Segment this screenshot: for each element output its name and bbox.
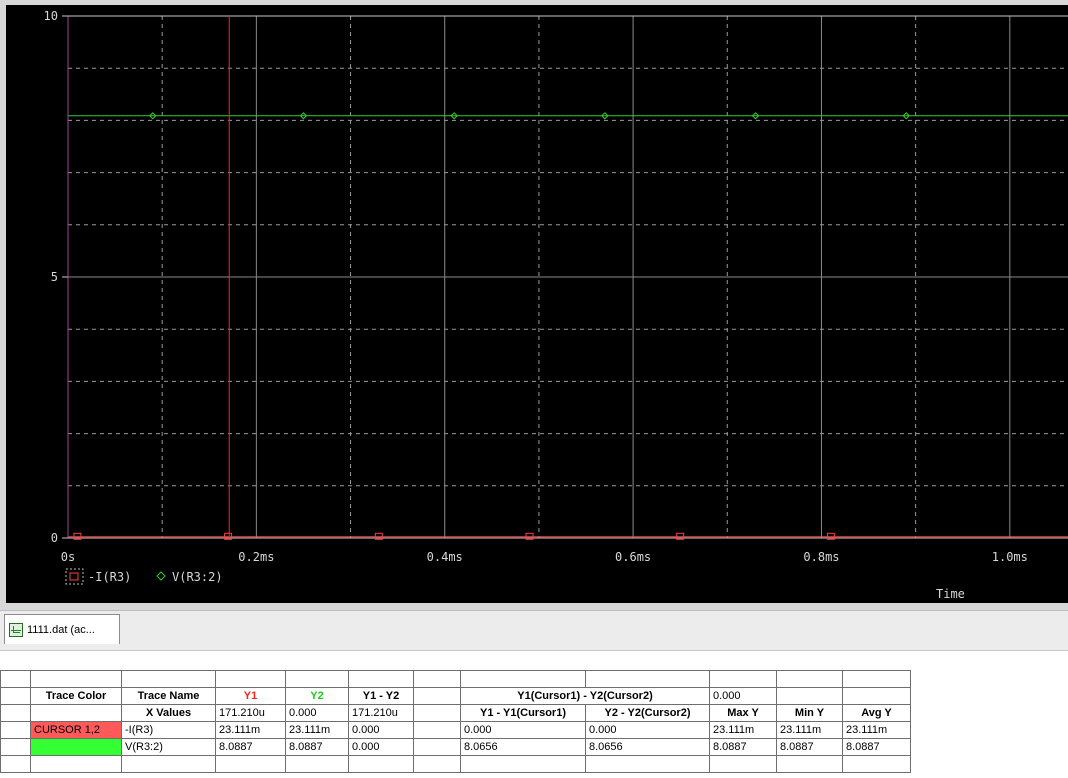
header-max-y: Max Y — [709, 704, 777, 722]
x-value-y1: 171.210u — [215, 704, 286, 722]
legend-focus-box — [65, 568, 84, 585]
y1-cell: 8.0887 — [215, 738, 286, 756]
x-values-label: X Values — [121, 704, 216, 722]
avg-y-cell: 23.111m — [842, 721, 911, 739]
y1-minus-y2-cell: 0.000 — [348, 721, 414, 739]
x-value-y2: 0.000 — [285, 704, 349, 722]
tab-label: 1111.dat (ac... — [27, 623, 95, 636]
table-header-row: Trace Color Trace Name Y1 Y2 Y1 - Y2 Y1(… — [0, 687, 911, 705]
x-value-diff: 171.210u — [348, 704, 414, 722]
header-y1[interactable]: Y1 — [215, 687, 286, 705]
y-tick-label: 10 — [44, 9, 58, 23]
header-cursor-diff: Y1(Cursor1) - Y2(Cursor2) — [460, 687, 710, 705]
header-trace-name: Trace Name — [121, 687, 216, 705]
trace-name-cell: -I(R3) — [121, 721, 216, 739]
table-row[interactable]: V(R3:2) 8.0887 8.0887 0.000 8.0656 8.065… — [0, 738, 911, 756]
probe-cursor-table: Trace Color Trace Name Y1 Y2 Y1 - Y2 Y1(… — [0, 670, 911, 773]
max-y-cell: 8.0887 — [709, 738, 777, 756]
diamond-marker-icon — [156, 571, 166, 581]
avg-y-cell: 8.0887 — [842, 738, 911, 756]
header-y2-minus-cursor2: Y2 - Y2(Cursor2) — [585, 704, 710, 722]
trace-name-cell: V(R3:2) — [121, 738, 216, 756]
waveform-file-icon — [9, 622, 23, 637]
y2-cell: 8.0887 — [285, 738, 349, 756]
y1-minus-y2-cell: 0.000 — [348, 738, 414, 756]
x-axis-label: Time — [936, 587, 965, 601]
waveform-chart[interactable]: 0 5 10 0s 0.2ms 0.4ms 0.6ms 0.8ms 1.0ms Time -I(… — [0, 0, 1068, 610]
header-avg-y: Avg Y — [842, 704, 911, 722]
y2-minus-cursor2-cell: 8.0656 — [585, 738, 710, 756]
header-min-y: Min Y — [776, 704, 843, 722]
header-y1-minus-cursor1: Y1 - Y1(Cursor1) — [460, 704, 586, 722]
x-tick-label: 0s — [61, 550, 75, 564]
document-tab-strip: 1111.dat (ac... — [0, 610, 1068, 651]
label-layer: 0 5 10 0s 0.2ms 0.4ms 0.6ms 0.8ms 1.0ms — [44, 9, 1028, 564]
table-row — [0, 670, 911, 688]
x-tick-label: 1.0ms — [992, 550, 1028, 564]
tab-1111-dat[interactable]: 1111.dat (ac... — [4, 614, 120, 644]
x-tick-label: 0.8ms — [803, 550, 839, 564]
trace-color-cell[interactable] — [30, 738, 122, 756]
y1-minus-cursor1-cell: 8.0656 — [460, 738, 586, 756]
legend-label-voltage: V(R3:2) — [172, 570, 223, 584]
square-marker-icon — [69, 572, 79, 581]
cursor-diff-value: 0.000 — [709, 687, 777, 705]
table-row[interactable]: CURSOR 1,2 -I(R3) 23.111m 23.111m 0.000 … — [0, 721, 911, 739]
x-values-row: X Values 171.210u 0.000 171.210u Y1 - Y1… — [0, 704, 911, 722]
divider — [0, 650, 1068, 651]
max-y-cell: 23.111m — [709, 721, 777, 739]
grid-layer — [68, 16, 1068, 538]
y-tick-label: 0 — [51, 531, 58, 545]
trace-color-cell[interactable]: CURSOR 1,2 — [30, 721, 122, 739]
y-tick-label: 5 — [51, 270, 58, 284]
min-y-cell: 8.0887 — [776, 738, 843, 756]
plot-window: 0 5 10 0s 0.2ms 0.4ms 0.6ms 0.8ms 1.0ms Time -I(… — [0, 0, 1068, 610]
x-tick-label: 0.6ms — [615, 550, 651, 564]
x-tick-label: 0.4ms — [427, 550, 463, 564]
header-y2[interactable]: Y2 — [285, 687, 349, 705]
y1-cell: 23.111m — [215, 721, 286, 739]
trace-layer — [68, 16, 1068, 540]
y1-minus-cursor1-cell: 0.000 — [460, 721, 586, 739]
y2-cell: 23.111m — [285, 721, 349, 739]
x-tick-label: 0.2ms — [238, 550, 274, 564]
legend-label-current: -I(R3) — [88, 570, 131, 584]
header-trace-color: Trace Color — [30, 687, 122, 705]
legend: -I(R3) V(R3:2) — [65, 568, 223, 585]
header-y1-minus-y2: Y1 - Y2 — [348, 687, 414, 705]
min-y-cell: 23.111m — [776, 721, 843, 739]
y2-minus-cursor2-cell: 0.000 — [585, 721, 710, 739]
table-row — [0, 755, 911, 773]
